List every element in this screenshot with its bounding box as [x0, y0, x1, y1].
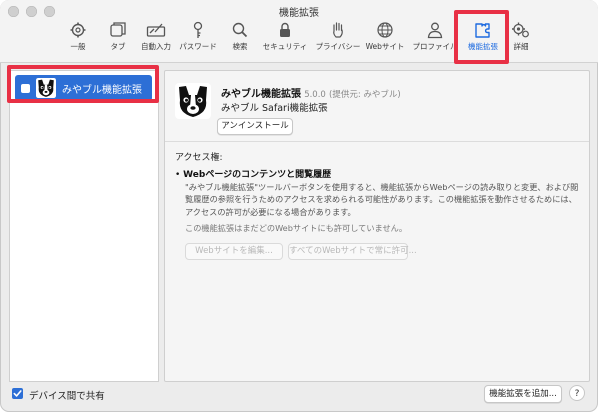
advanced-gears-icon	[512, 22, 529, 38]
preferences-window: 機能拡張 一般 タブ 自動入力 パスワード 検索 セキュリティ プライバシー W…	[0, 0, 598, 412]
tab-privacy-label: プライバシー	[315, 42, 361, 51]
tab-security-label: セキュリティ	[262, 42, 308, 51]
checkmark-icon	[13, 390, 22, 397]
hand-icon	[333, 22, 343, 38]
uninstall-button[interactable]: アンインストール	[217, 118, 293, 135]
extension-detail-panel: みやブル機能拡張 5.0.0 (提供元: みやブル) みやブル Safari機能…	[164, 70, 590, 382]
access-header: アクセス権:	[175, 153, 223, 163]
allow-all-websites-button[interactable]: すべてのWebサイトで常に許可...	[288, 243, 417, 260]
extension-subtitle: みやブル Safari機能拡張	[221, 103, 328, 114]
extensions-list: みやブル機能拡張	[9, 70, 159, 382]
permission-item: • Webページのコンテンツと閲覧履歴	[175, 170, 332, 180]
tabs-icon	[110, 22, 126, 37]
globe-icon	[377, 22, 393, 38]
person-icon	[427, 22, 443, 39]
tab-websites-label: Webサイト	[365, 42, 405, 51]
tab-security[interactable]: セキュリティ	[259, 19, 311, 59]
edit-websites-button[interactable]: Webサイトを編集...	[185, 243, 283, 260]
tab-privacy[interactable]: プライバシー	[312, 19, 364, 59]
extension-icon	[175, 83, 211, 119]
share-across-devices-label: デバイス間で共有	[29, 391, 105, 402]
key-icon	[193, 21, 203, 38]
extension-title: みやブル機能拡張 5.0.0 (提供元: みやブル)	[221, 85, 401, 100]
share-across-devices-checkbox[interactable]	[12, 388, 23, 399]
tab-websites[interactable]: Webサイト	[359, 19, 411, 59]
selected-extension-highlight	[7, 65, 159, 103]
help-button[interactable]: ?	[569, 385, 585, 401]
lock-icon	[280, 22, 290, 37]
extension-provider: (提供元: みやブル)	[329, 90, 401, 100]
extension-version: 5.0.0	[304, 90, 326, 100]
divider	[165, 141, 589, 142]
search-icon	[232, 22, 248, 38]
extension-name: みやブル機能拡張	[221, 89, 301, 100]
autofill-icon	[146, 23, 166, 37]
permission-note: この機能拡張はまだどのWebサイトにも許可していません。	[185, 223, 408, 233]
permission-title: Webページのコンテンツと閲覧履歴	[183, 170, 332, 180]
extensions-tab-highlight	[454, 10, 509, 64]
gear-icon	[70, 22, 86, 38]
permission-description: "みやブル機能拡張"ツールバーボタンを使用すると、機能拡張からWebページの読み…	[185, 182, 579, 217]
add-extension-button[interactable]: 機能拡張を追加...	[484, 385, 562, 403]
